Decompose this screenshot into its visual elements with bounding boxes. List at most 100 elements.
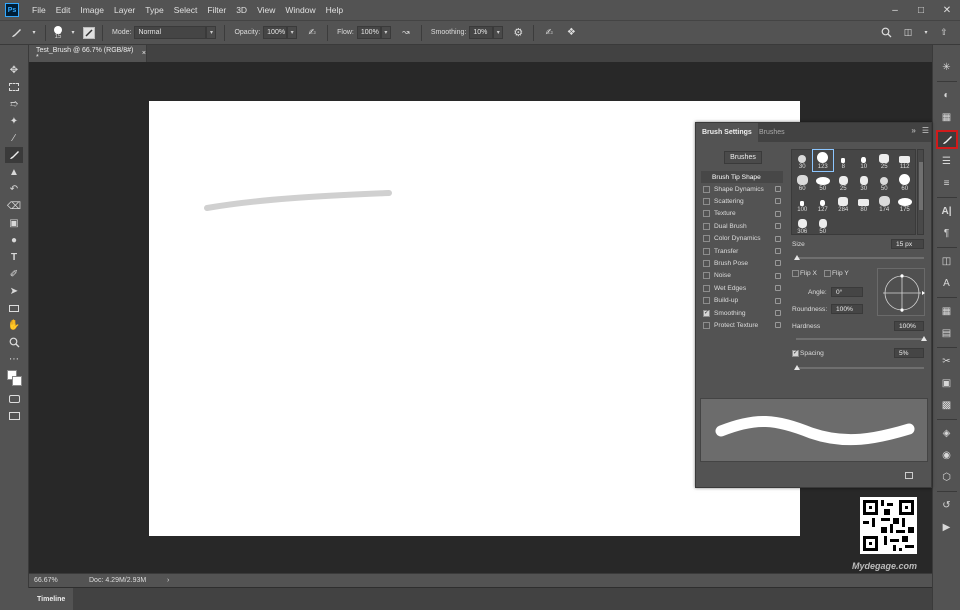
brush-settings-toggle-icon[interactable] [83, 26, 95, 39]
new-brush-icon[interactable] [905, 472, 913, 479]
chevron-down-icon[interactable]: ▾ [69, 25, 77, 41]
status-menu-arrow[interactable]: › [167, 577, 169, 584]
eyedropper-tool-icon[interactable]: ∕ [5, 130, 23, 146]
lock-icon[interactable] [775, 223, 781, 230]
brush-tip[interactable]: 100 [792, 193, 813, 214]
menu-window[interactable]: Window [280, 5, 320, 15]
brushes-icon[interactable]: ☰ [936, 152, 958, 171]
hardness-slider-thumb[interactable] [921, 336, 927, 341]
size-slider-thumb[interactable] [794, 255, 801, 260]
zoom-level[interactable]: 66.67% [34, 577, 74, 584]
settings-checkbox[interactable] [703, 185, 710, 193]
tip-grid-scrollbar[interactable] [917, 149, 924, 235]
screen-mode-icon[interactable] [5, 408, 23, 424]
zoom-tool-icon[interactable] [5, 334, 23, 350]
lasso-tool-icon[interactable]: ➱ [5, 96, 23, 112]
gradient-tool-icon[interactable]: ▣ [5, 215, 23, 231]
brush-tip[interactable]: 127 [813, 193, 834, 214]
brush-tip[interactable]: 175 [895, 193, 916, 214]
chevron-down-icon[interactable]: ▾ [287, 26, 298, 39]
brush-tip[interactable]: 30 [854, 171, 875, 192]
tab-close-icon[interactable]: × [142, 50, 146, 57]
color-swatches-icon[interactable] [5, 368, 23, 390]
brush-tip[interactable]: 60 [895, 171, 916, 192]
channels-icon[interactable]: ▩ [936, 396, 958, 415]
angle-field[interactable]: 0° [831, 287, 863, 297]
glyphs-icon[interactable]: ◫ [936, 252, 958, 271]
lock-icon[interactable] [775, 235, 781, 242]
brush-settings-icon[interactable] [935, 130, 958, 149]
brush-tip[interactable]: 50 [813, 214, 834, 235]
settings-checkbox[interactable] [703, 284, 710, 292]
settings-row[interactable]: Transfer [701, 245, 783, 257]
settings-checkbox[interactable] [703, 321, 710, 329]
pressure-opacity-icon[interactable]: ✍ [304, 25, 320, 41]
brush-tip[interactable]: 112 [895, 150, 916, 171]
brush-tip[interactable]: 80 [854, 193, 875, 214]
quick-mask-icon[interactable] [5, 391, 23, 407]
menu-edit[interactable]: Edit [51, 5, 76, 15]
brush-tip[interactable]: 50 [813, 171, 834, 192]
settings-row[interactable]: Noise [701, 270, 783, 282]
settings-row[interactable]: Wet Edges [701, 282, 783, 294]
character-styles-icon[interactable]: A [936, 274, 958, 293]
share-icon[interactable]: ⇧ [936, 25, 952, 41]
close-icon[interactable]: ✕ [934, 0, 960, 20]
chevron-down-icon[interactable]: ▾ [380, 26, 391, 39]
chevron-down-icon[interactable]: ▾ [493, 26, 504, 39]
brush-tip[interactable]: 10 [854, 150, 875, 171]
settings-row[interactable]: Color Dynamics [701, 233, 783, 245]
character-icon[interactable]: A| [936, 202, 958, 221]
tools-icon[interactable]: ✂ [936, 352, 958, 371]
brush-tip[interactable]: 25 [874, 150, 895, 171]
size-field[interactable]: 15 px [891, 239, 924, 249]
pen-tool-icon[interactable]: ✐ [5, 266, 23, 282]
search-icon[interactable] [878, 25, 894, 41]
settings-row[interactable]: Scattering [701, 195, 783, 207]
spacing-slider[interactable] [796, 367, 924, 369]
settings-row[interactable]: Brush Tip Shape [701, 171, 783, 183]
menu-image[interactable]: Image [75, 5, 109, 15]
brush-tip[interactable]: 306 [792, 214, 813, 235]
menu-3d[interactable]: 3D [231, 5, 252, 15]
settings-checkbox[interactable] [703, 222, 710, 230]
workspace-icon[interactable]: ◫ [900, 25, 916, 41]
layer-comps-icon[interactable]: ▣ [936, 374, 958, 393]
properties-icon[interactable]: ▦ [936, 302, 958, 321]
settings-row[interactable]: ✓ Smoothing [701, 307, 783, 319]
hand-tool-icon[interactable]: ✋ [5, 317, 23, 333]
size-slider[interactable] [796, 257, 924, 259]
paragraph-icon[interactable]: ¶ [936, 224, 958, 243]
eraser-tool-icon[interactable]: ⌫ [5, 198, 23, 214]
brush-tip[interactable]: 30 [792, 150, 813, 171]
hardness-field[interactable]: 100% [894, 321, 924, 331]
lock-icon[interactable] [775, 309, 781, 316]
rectangle-tool-icon[interactable] [5, 300, 23, 316]
notes-icon[interactable]: ▤ [936, 324, 958, 343]
menu-type[interactable]: Type [140, 5, 168, 15]
settings-row[interactable]: Dual Brush [701, 220, 783, 232]
pressure-size-icon[interactable]: ✍ [541, 25, 557, 41]
brush-tip[interactable]: 174 [874, 193, 895, 214]
lock-icon[interactable] [775, 272, 781, 279]
maximize-icon[interactable]: □ [908, 0, 934, 20]
chevron-down-icon[interactable]: ▾ [206, 26, 217, 39]
settings-checkbox[interactable] [703, 210, 710, 218]
settings-checkbox[interactable]: ✓ [703, 309, 710, 317]
panel-menu-icon[interactable]: ☰ [922, 126, 929, 135]
settings-row[interactable]: Build-up [701, 295, 783, 307]
menu-filter[interactable]: Filter [202, 5, 231, 15]
brush-tip[interactable]: 60 [792, 171, 813, 192]
smoothing-field[interactable]: 10% [469, 26, 494, 39]
document-tab[interactable]: Test_Brush @ 66.7% (RGB/8#) * × [29, 45, 147, 62]
lock-icon[interactable] [775, 210, 781, 217]
flow-field[interactable]: 100% [356, 26, 381, 39]
actions-play-icon[interactable]: ▶ [936, 518, 958, 537]
menu-select[interactable]: Select [169, 5, 203, 15]
settings-row[interactable]: Protect Texture [701, 319, 783, 331]
tab-brush-settings[interactable]: Brush Settings [696, 123, 758, 142]
angle-roundness-widget[interactable] [877, 268, 925, 316]
settings-checkbox[interactable] [703, 297, 710, 305]
lock-icon[interactable] [775, 198, 781, 205]
menu-file[interactable]: File [27, 5, 51, 15]
